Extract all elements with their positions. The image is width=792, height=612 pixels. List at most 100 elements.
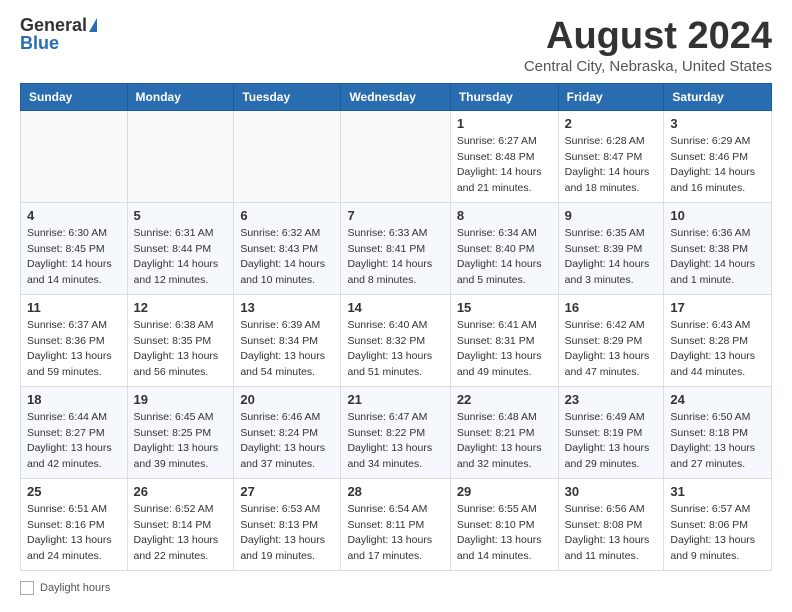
day-number: 24 <box>670 392 765 407</box>
calendar-cell: 25 Sunrise: 6:51 AM Sunset: 8:16 PM Dayli… <box>21 478 128 570</box>
day-info: Sunrise: 6:49 AM Sunset: 8:19 PM Dayligh… <box>565 410 658 473</box>
calendar-cell: 18 Sunrise: 6:44 AM Sunset: 8:27 PM Dayli… <box>21 386 128 478</box>
day-info: Sunrise: 6:39 AM Sunset: 8:34 PM Dayligh… <box>240 318 334 381</box>
day-number: 5 <box>134 208 228 223</box>
day-info: Sunrise: 6:53 AM Sunset: 8:13 PM Dayligh… <box>240 502 334 565</box>
day-info: Sunrise: 6:38 AM Sunset: 8:35 PM Dayligh… <box>134 318 228 381</box>
day-info: Sunrise: 6:36 AM Sunset: 8:38 PM Dayligh… <box>670 226 765 289</box>
day-info: Sunrise: 6:44 AM Sunset: 8:27 PM Dayligh… <box>27 410 121 473</box>
calendar-cell: 22 Sunrise: 6:48 AM Sunset: 8:21 PM Dayli… <box>450 386 558 478</box>
calendar-day-header: Saturday <box>664 83 772 110</box>
location-subtitle: Central City, Nebraska, United States <box>524 58 772 75</box>
day-number: 21 <box>347 392 443 407</box>
calendar-day-header: Monday <box>127 83 234 110</box>
calendar-cell: 17Sunrise: 6:43 AM Sunset: 8:28 PM Dayli… <box>664 294 772 386</box>
day-info: Sunrise: 6:28 AM Sunset: 8:47 PM Dayligh… <box>565 134 658 197</box>
day-number: 11 <box>27 300 121 315</box>
day-number: 17 <box>670 300 765 315</box>
day-info: Sunrise: 6:41 AM Sunset: 8:31 PM Dayligh… <box>457 318 552 381</box>
day-info: Sunrise: 6:48 AM Sunset: 8:21 PM Dayligh… <box>457 410 552 473</box>
day-number: 12 <box>134 300 228 315</box>
day-number: 7 <box>347 208 443 223</box>
day-number: 3 <box>670 116 765 131</box>
calendar-cell: 11 Sunrise: 6:37 AM Sunset: 8:36 PM Dayli… <box>21 294 128 386</box>
day-info: Sunrise: 6:27 AM Sunset: 8:48 PM Dayligh… <box>457 134 552 197</box>
day-info: Sunrise: 6:32 AM Sunset: 8:43 PM Dayligh… <box>240 226 334 289</box>
calendar-cell: 12 Sunrise: 6:38 AM Sunset: 8:35 PM Dayli… <box>127 294 234 386</box>
day-info: Sunrise: 6:57 AM Sunset: 8:06 PM Dayligh… <box>670 502 765 565</box>
day-info: Sunrise: 6:46 AM Sunset: 8:24 PM Dayligh… <box>240 410 334 473</box>
day-number: 9 <box>565 208 658 223</box>
day-number: 26 <box>134 484 228 499</box>
logo-blue-text: Blue <box>20 34 59 52</box>
day-info: Sunrise: 6:56 AM Sunset: 8:08 PM Dayligh… <box>565 502 658 565</box>
calendar-cell: 13 Sunrise: 6:39 AM Sunset: 8:34 PM Dayli… <box>234 294 341 386</box>
day-number: 6 <box>240 208 334 223</box>
day-number: 19 <box>134 392 228 407</box>
day-number: 23 <box>565 392 658 407</box>
calendar-day-header: Thursday <box>450 83 558 110</box>
day-number: 18 <box>27 392 121 407</box>
day-number: 2 <box>565 116 658 131</box>
day-number: 22 <box>457 392 552 407</box>
calendar-day-header: Sunday <box>21 83 128 110</box>
calendar-day-header: Wednesday <box>341 83 450 110</box>
header: General Blue August 2024 Central City, N… <box>20 16 772 75</box>
day-number: 25 <box>27 484 121 499</box>
calendar-cell: 31 Sunrise: 6:57 AM Sunset: 8:06 PM Dayli… <box>664 478 772 570</box>
day-info: Sunrise: 6:51 AM Sunset: 8:16 PM Dayligh… <box>27 502 121 565</box>
calendar-cell: 27 Sunrise: 6:53 AM Sunset: 8:13 PM Dayli… <box>234 478 341 570</box>
calendar-cell: 20Sunrise: 6:46 AM Sunset: 8:24 PM Dayli… <box>234 386 341 478</box>
calendar-week-row: 11 Sunrise: 6:37 AM Sunset: 8:36 PM Dayli… <box>21 294 772 386</box>
calendar-cell: 21 Sunrise: 6:47 AM Sunset: 8:22 PM Dayli… <box>341 386 450 478</box>
day-number: 31 <box>670 484 765 499</box>
calendar-cell: 30 Sunrise: 6:56 AM Sunset: 8:08 PM Dayli… <box>558 478 664 570</box>
day-number: 15 <box>457 300 552 315</box>
calendar-cell: 23 Sunrise: 6:49 AM Sunset: 8:19 PM Dayli… <box>558 386 664 478</box>
day-info: Sunrise: 6:52 AM Sunset: 8:14 PM Dayligh… <box>134 502 228 565</box>
day-number: 29 <box>457 484 552 499</box>
calendar-cell: 24 Sunrise: 6:50 AM Sunset: 8:18 PM Dayli… <box>664 386 772 478</box>
calendar-week-row: 4Sunrise: 6:30 AM Sunset: 8:45 PM Daylig… <box>21 202 772 294</box>
day-info: Sunrise: 6:42 AM Sunset: 8:29 PM Dayligh… <box>565 318 658 381</box>
day-info: Sunrise: 6:54 AM Sunset: 8:11 PM Dayligh… <box>347 502 443 565</box>
day-number: 8 <box>457 208 552 223</box>
daylight-label: Daylight hours <box>40 582 110 594</box>
calendar-cell <box>127 110 234 202</box>
calendar-week-row: 1Sunrise: 6:27 AM Sunset: 8:48 PM Daylig… <box>21 110 772 202</box>
calendar-cell: 16Sunrise: 6:42 AM Sunset: 8:29 PM Dayli… <box>558 294 664 386</box>
calendar-cell: 1Sunrise: 6:27 AM Sunset: 8:48 PM Daylig… <box>450 110 558 202</box>
day-info: Sunrise: 6:50 AM Sunset: 8:18 PM Dayligh… <box>670 410 765 473</box>
calendar-cell: 3Sunrise: 6:29 AM Sunset: 8:46 PM Daylig… <box>664 110 772 202</box>
calendar-cell: 10 Sunrise: 6:36 AM Sunset: 8:38 PM Dayli… <box>664 202 772 294</box>
calendar-cell: 4Sunrise: 6:30 AM Sunset: 8:45 PM Daylig… <box>21 202 128 294</box>
day-number: 10 <box>670 208 765 223</box>
day-info: Sunrise: 6:33 AM Sunset: 8:41 PM Dayligh… <box>347 226 443 289</box>
calendar-day-header: Friday <box>558 83 664 110</box>
day-number: 28 <box>347 484 443 499</box>
calendar-cell: 19 Sunrise: 6:45 AM Sunset: 8:25 PM Dayli… <box>127 386 234 478</box>
day-number: 27 <box>240 484 334 499</box>
day-info: Sunrise: 6:45 AM Sunset: 8:25 PM Dayligh… <box>134 410 228 473</box>
calendar-cell: 5Sunrise: 6:31 AM Sunset: 8:44 PM Daylig… <box>127 202 234 294</box>
calendar-cell <box>21 110 128 202</box>
daylight-box-icon <box>20 581 34 595</box>
day-info: Sunrise: 6:47 AM Sunset: 8:22 PM Dayligh… <box>347 410 443 473</box>
day-info: Sunrise: 6:55 AM Sunset: 8:10 PM Dayligh… <box>457 502 552 565</box>
day-number: 30 <box>565 484 658 499</box>
day-number: 13 <box>240 300 334 315</box>
month-title: August 2024 <box>524 16 772 58</box>
logo-triangle-icon <box>89 18 97 32</box>
day-info: Sunrise: 6:37 AM Sunset: 8:36 PM Dayligh… <box>27 318 121 381</box>
footer: Daylight hours <box>20 581 772 595</box>
logo: General Blue <box>20 16 97 52</box>
calendar-cell <box>341 110 450 202</box>
calendar-cell: 2 Sunrise: 6:28 AM Sunset: 8:47 PM Daylig… <box>558 110 664 202</box>
calendar-header-row: SundayMondayTuesdayWednesdayThursdayFrid… <box>21 83 772 110</box>
calendar-cell: 7 Sunrise: 6:33 AM Sunset: 8:41 PM Daylig… <box>341 202 450 294</box>
calendar-cell: 14Sunrise: 6:40 AM Sunset: 8:32 PM Dayli… <box>341 294 450 386</box>
calendar-week-row: 25 Sunrise: 6:51 AM Sunset: 8:16 PM Dayli… <box>21 478 772 570</box>
calendar-cell: 8Sunrise: 6:34 AM Sunset: 8:40 PM Daylig… <box>450 202 558 294</box>
calendar-table: SundayMondayTuesdayWednesdayThursdayFrid… <box>20 83 772 571</box>
day-info: Sunrise: 6:35 AM Sunset: 8:39 PM Dayligh… <box>565 226 658 289</box>
